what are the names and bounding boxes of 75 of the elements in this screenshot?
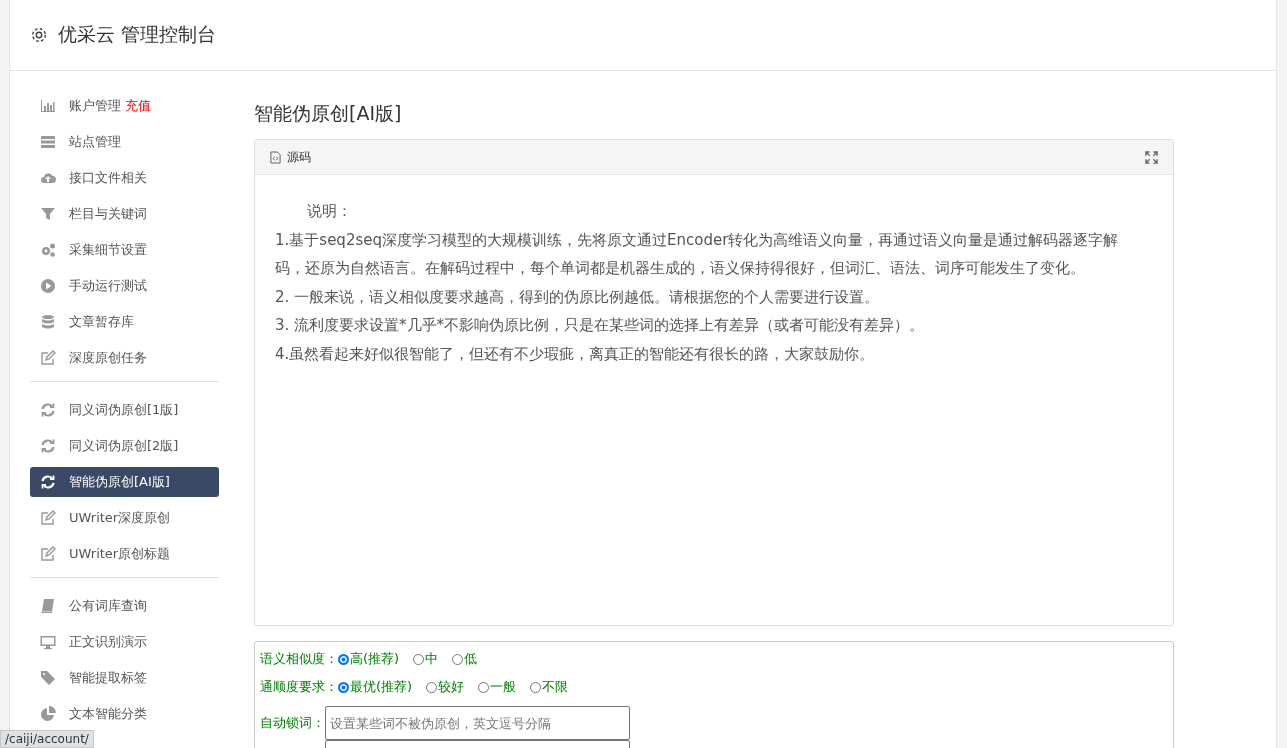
status-url: /caiji/account/: [0, 730, 94, 748]
field-label: 通顺度要求：: [260, 678, 338, 696]
sidebar-item[interactable]: UWriter原创标题: [30, 539, 219, 569]
database-icon: [40, 314, 56, 330]
radio-option[interactable]: 最优(推荐): [338, 678, 413, 696]
sidebar-item[interactable]: 智能伪原创[AI版]: [30, 467, 219, 497]
cloud-upload-icon: [40, 170, 56, 186]
bar-chart-icon: [40, 98, 56, 114]
sidebar-item[interactable]: 文本智能分类: [30, 699, 219, 729]
edit-icon: [40, 510, 56, 526]
recharge-link[interactable]: 充值: [125, 97, 151, 115]
sidebar-item[interactable]: 账户管理 充值: [30, 91, 219, 121]
sidebar-item[interactable]: 接口文件相关: [30, 163, 219, 193]
refresh-icon: [40, 438, 56, 454]
refresh-icon: [40, 474, 56, 490]
editor-paragraph: 1.基于seq2seq深度学习模型的大规模训练，先将原文通过Encoder转化为高维语义向量，再通过语义向量是通过解码器逐字解码，还原为自然语言。在解码过程中，每个单词都是机器生成的，语义保持得很好，但词汇、语法、词序可能发生了变化。: [275, 229, 1120, 279]
source-button[interactable]: 源码: [270, 148, 311, 166]
filter-icon: [40, 206, 56, 222]
refresh-icon: [40, 402, 56, 418]
sidebar-item[interactable]: 栏目与关键词: [30, 199, 219, 229]
editor-paragraph: 3. 流利度要求设置*几乎*不影响伪原比例，只是在某些词的选择上有差异（或者可能没有差异）。: [275, 315, 926, 336]
edit-icon: [40, 350, 56, 366]
tag-icon: [40, 670, 56, 686]
item-label: 文章暂存库: [69, 313, 134, 331]
field-label: 自动锁词：: [260, 714, 325, 732]
sidebar-item[interactable]: 文章暂存库: [30, 307, 219, 337]
item-label: 账户管理: [69, 97, 121, 115]
sidebar-item[interactable]: 深度原创任务: [30, 343, 219, 373]
book-icon: [40, 598, 56, 614]
gears-icon: [40, 242, 56, 258]
item-label: UWriter深度原创: [69, 509, 171, 527]
settings-icon: [30, 26, 48, 44]
item-label: 正文识别演示: [69, 633, 147, 651]
radio-option[interactable]: 低: [452, 650, 478, 668]
play-icon: [40, 278, 56, 294]
monitor-icon: [40, 634, 56, 650]
radio-option[interactable]: 一般: [478, 678, 517, 696]
item-label: 栏目与关键词: [69, 205, 147, 223]
radio-option[interactable]: 不限: [530, 678, 569, 696]
sidebar-item[interactable]: 手动运行测试: [30, 271, 219, 301]
app-title: 优采云 管理控制台: [58, 22, 217, 47]
sidebar-item[interactable]: 采集细节设置: [30, 235, 219, 265]
item-label: 手动运行测试: [69, 277, 147, 295]
item-label: 采集细节设置: [69, 241, 147, 259]
editor-paragraph: 4.虽然看起来好似很智能了，但还有不少瑕疵，离真正的智能还有很长的路，大家鼓励你。: [275, 343, 876, 365]
radio-option[interactable]: 较好: [426, 678, 465, 696]
sidebar-item[interactable]: 公有词库查询: [30, 591, 219, 621]
sidebar-item[interactable]: UWriter深度原创: [30, 503, 219, 533]
item-label: UWriter原创标题: [69, 545, 171, 563]
item-label: 智能伪原创[AI版]: [69, 473, 170, 491]
sidebar-item[interactable]: 同义词伪原创[2版]: [30, 431, 219, 461]
editor-paragraph: 说明：: [306, 201, 353, 222]
item-label: 智能提取标签: [69, 669, 147, 687]
sidebar-item[interactable]: 智能提取标签: [30, 663, 219, 693]
pie-chart-icon: [40, 706, 56, 722]
item-label: 同义词伪原创[1版]: [69, 401, 179, 419]
item-label: 文本智能分类: [69, 705, 147, 723]
field-label: 语义相似度：: [260, 650, 338, 668]
item-label: 站点管理: [69, 133, 121, 151]
sidebar-item[interactable]: 同义词伪原创[1版]: [30, 395, 219, 425]
sidebar-item[interactable]: 正文识别演示: [30, 627, 219, 657]
item-label: 深度原创任务: [69, 349, 147, 367]
code-file-icon: [270, 150, 281, 164]
server-icon: [40, 134, 56, 150]
radio-option[interactable]: 高(推荐): [338, 650, 400, 668]
item-label: 同义词伪原创[2版]: [69, 437, 179, 455]
editor-paragraph: 2. 一般来说，语义相似度要求越高，得到的伪原比例越低。请根据您的个人需要进行设置。: [275, 286, 881, 308]
item-label: 接口文件相关: [69, 169, 147, 187]
fullscreen-icon[interactable]: [1145, 150, 1158, 164]
page-title: 智能伪原创[AI版]: [254, 101, 403, 126]
sidebar-item[interactable]: 站点管理: [30, 127, 219, 157]
edit-icon: [40, 546, 56, 562]
radio-option[interactable]: 中: [413, 650, 439, 668]
item-label: 公有词库查询: [69, 597, 147, 615]
lock-words-field[interactable]: 设置某些词不被伪原创，英文逗号分隔: [325, 706, 630, 740]
